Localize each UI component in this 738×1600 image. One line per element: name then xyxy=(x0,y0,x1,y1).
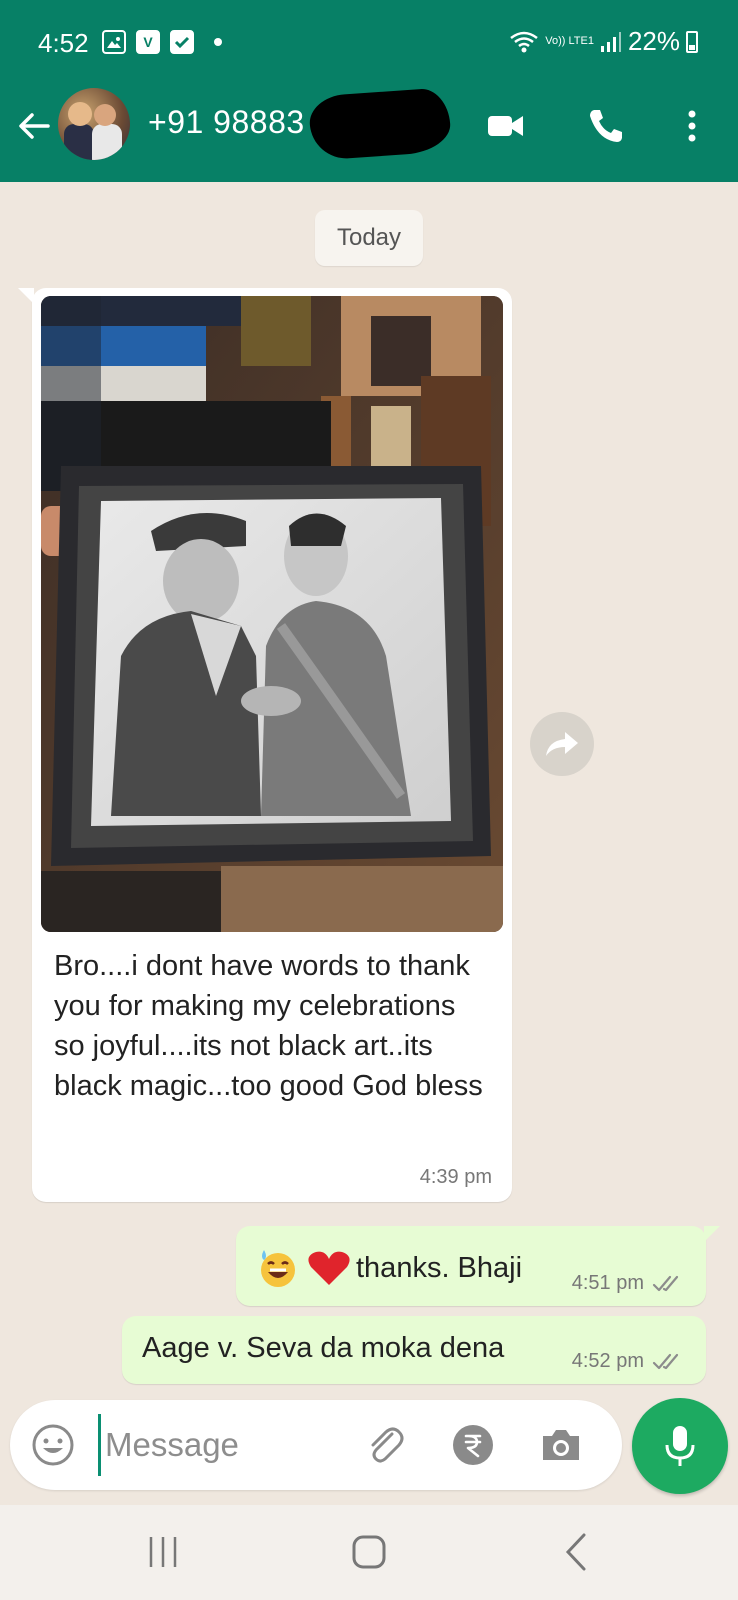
notification-icons: V xyxy=(102,30,222,54)
message-meta: 4:52 pm xyxy=(572,1350,686,1373)
vpn-v-notification-icon: V xyxy=(136,30,160,54)
voice-call-icon[interactable] xyxy=(584,104,628,148)
signal-icon xyxy=(600,31,621,52)
attach-icon[interactable] xyxy=(362,1422,408,1468)
mic-icon xyxy=(665,1426,695,1466)
contact-avatar[interactable] xyxy=(58,88,130,160)
framed-portrait-image xyxy=(41,296,503,932)
grinning-sweat-emoji xyxy=(256,1248,304,1288)
mic-button[interactable] xyxy=(632,1398,728,1494)
rupee-payment-icon[interactable] xyxy=(450,1422,496,1468)
more-options-icon[interactable] xyxy=(670,104,714,148)
emoji-icon[interactable] xyxy=(30,1422,76,1468)
video-call-icon[interactable] xyxy=(484,104,528,148)
outgoing-text: Aage v. Seva da moka dena xyxy=(142,1332,505,1364)
more-notifications-dot-icon xyxy=(214,38,222,46)
double-check-icon xyxy=(652,1353,679,1369)
outgoing-text: thanks. Bhaji xyxy=(356,1251,523,1284)
message-input[interactable] xyxy=(98,1414,358,1476)
wifi-icon xyxy=(510,31,538,52)
battery-percent: 22% xyxy=(627,26,680,56)
message-meta: 4:51 pm xyxy=(572,1272,686,1295)
date-chip: Today xyxy=(315,210,423,266)
forward-button[interactable] xyxy=(530,712,594,776)
outgoing-message-bubble[interactable]: Aage v. Seva da moka dena 4:52 pm xyxy=(122,1316,706,1384)
message-text-row: thanks. Bhaji xyxy=(256,1248,522,1288)
status-right: Vo)) LTE1 22% xyxy=(509,26,698,57)
red-heart-emoji xyxy=(306,1248,354,1288)
message-time: 4:39 pm xyxy=(419,1166,492,1188)
redaction-mark xyxy=(307,87,453,161)
forward-arrow-icon xyxy=(546,732,578,756)
recent-apps-icon[interactable] xyxy=(138,1527,188,1577)
camera-icon[interactable] xyxy=(538,1422,584,1468)
incoming-message-bubble[interactable]: Bro....i dont have words to thank you fo… xyxy=(18,288,512,1202)
status-bar: 4:52 V Vo)) LTE1 22% xyxy=(0,0,738,86)
check-notification-icon xyxy=(170,30,194,54)
message-composer xyxy=(10,1400,622,1490)
message-photo[interactable] xyxy=(41,296,503,932)
message-time: 4:52 pm xyxy=(571,1350,644,1372)
top-bar: 4:52 V Vo)) LTE1 22% +91 98883 xyxy=(0,0,738,182)
home-icon[interactable] xyxy=(344,1527,394,1577)
gallery-notification-icon xyxy=(102,30,126,54)
contact-name[interactable]: +91 98883 xyxy=(148,104,305,141)
back-arrow-icon[interactable] xyxy=(14,106,54,146)
battery-icon xyxy=(686,30,698,53)
back-nav-icon[interactable] xyxy=(552,1527,602,1577)
outgoing-message-bubble[interactable]: thanks. Bhaji 4:51 pm xyxy=(236,1226,720,1306)
system-nav-bar xyxy=(0,1505,738,1600)
message-caption: Bro....i dont have words to thank you fo… xyxy=(54,950,483,1102)
message-time: 4:51 pm xyxy=(571,1272,644,1294)
chat-header: +91 98883 xyxy=(0,86,738,182)
status-time: 4:52 xyxy=(38,28,89,58)
lte-label: Vo)) LTE1 xyxy=(545,35,594,47)
double-check-icon xyxy=(652,1275,679,1291)
